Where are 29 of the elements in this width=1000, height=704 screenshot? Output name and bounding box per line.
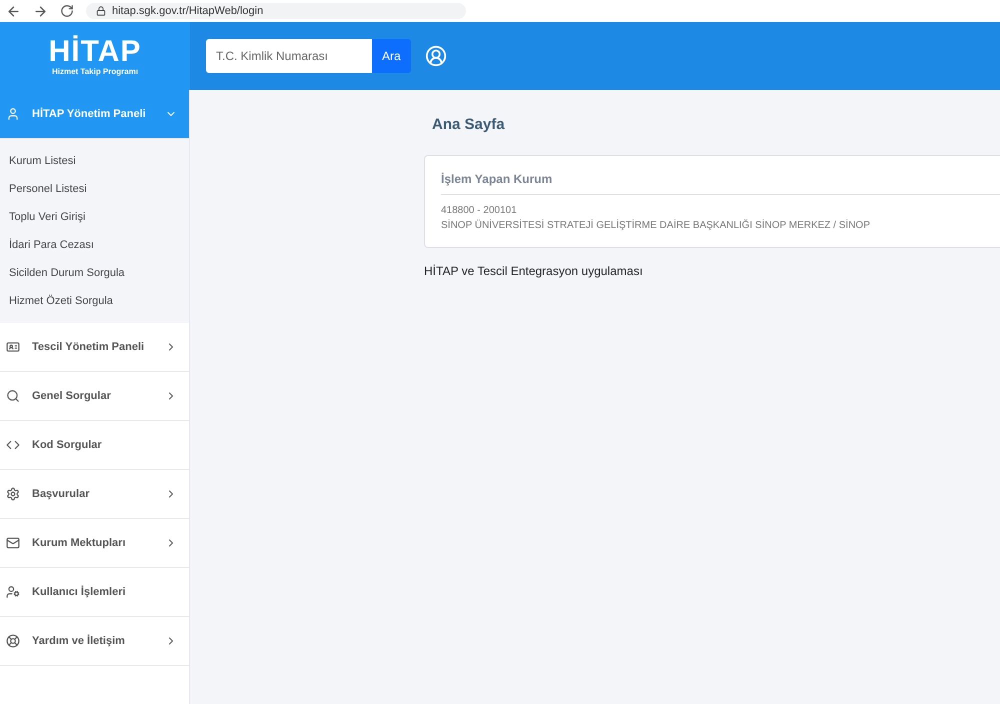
page-title: Ana Sayfa <box>432 116 506 133</box>
back-icon[interactable] <box>6 4 21 18</box>
submenu-item[interactable]: İdari Para Cezası <box>0 231 189 259</box>
user-gear-icon <box>6 585 20 599</box>
logo-subtitle: Hizmet Takip Programı <box>52 66 138 76</box>
submenu-item[interactable]: Toplu Veri Girişi <box>0 203 189 231</box>
reload-icon[interactable] <box>60 4 74 18</box>
lifebuoy-icon <box>6 634 20 648</box>
card-text: 418800 - 200101 <box>441 204 518 218</box>
card-title: İşlem Yapan Kurum <box>441 172 1000 195</box>
submenu-item[interactable]: Kurum Listesi <box>0 147 189 175</box>
app-description: HİTAP ve Tescil Entegrasyon uygulaması <box>424 264 644 278</box>
submenu-item[interactable]: Hizmet Özeti Sorgula <box>0 287 189 315</box>
lock-icon <box>96 6 106 16</box>
search-field[interactable]: T.C. Kimlik Numarası <box>206 39 372 73</box>
user-icon <box>6 107 20 121</box>
gear-icon <box>6 487 20 501</box>
search-icon <box>6 389 20 403</box>
address-bar[interactable]: hitap.sgk.gov.tr/HitapWeb/login <box>86 3 466 19</box>
search-button[interactable]: Ara <box>372 39 411 73</box>
forward-icon[interactable] <box>33 4 48 18</box>
logo-title: HİTAP <box>48 36 142 66</box>
user-account-icon[interactable] <box>424 45 447 67</box>
code-icon <box>6 438 20 452</box>
mail-icon <box>6 536 20 550</box>
id-card-icon <box>6 340 20 354</box>
card-text: SİNOP ÜNİVERSİTESİ STRATEJİ GELİŞTİRME DAİRE BAŞKANLIĞI SİNOP MERKEZ / SİNOP <box>441 218 871 233</box>
submenu-item[interactable]: Sicilden Durum Sorgula <box>0 259 189 287</box>
submenu-item[interactable]: Personel Listesi <box>0 175 189 203</box>
